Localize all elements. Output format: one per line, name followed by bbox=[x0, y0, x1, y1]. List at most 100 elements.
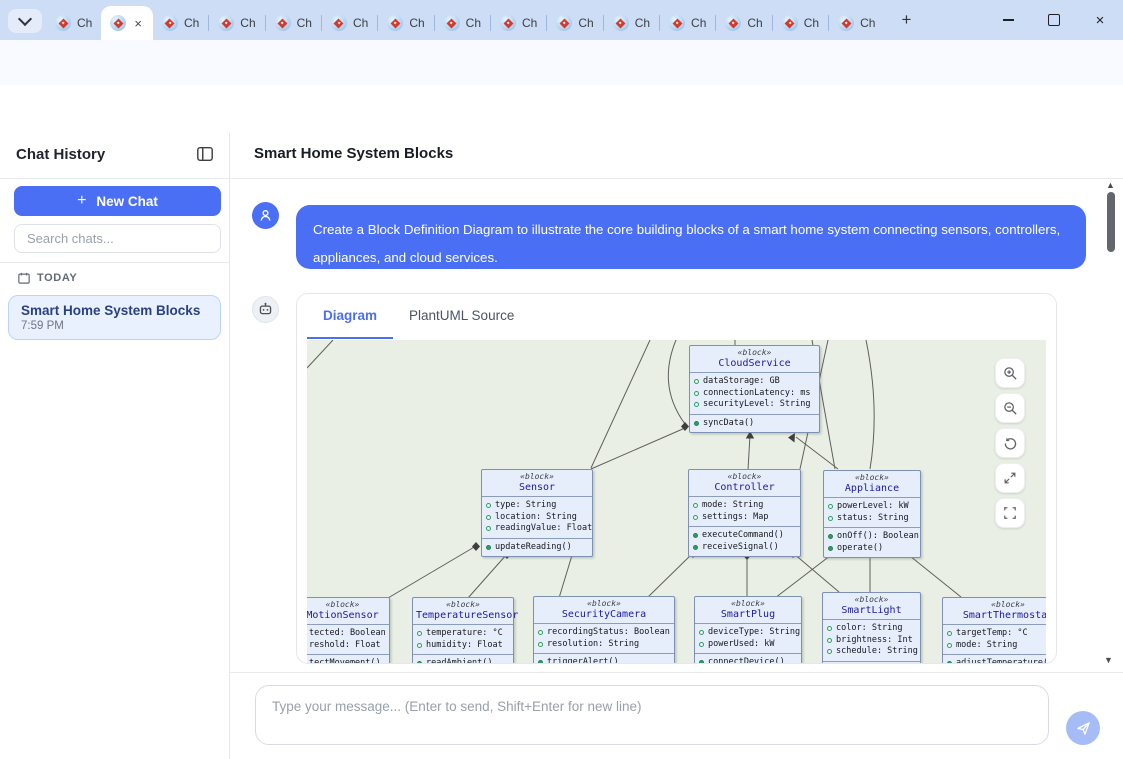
browser-tab[interactable]: Ch bbox=[773, 6, 828, 40]
operation-text: connectDevice() bbox=[708, 657, 785, 663]
window-close-button[interactable]: × bbox=[1077, 0, 1123, 40]
zoom-in-button[interactable] bbox=[995, 358, 1025, 388]
sidebar-header-divider bbox=[0, 178, 229, 179]
block-stereotype: «block» bbox=[325, 600, 360, 609]
block-header: «block» CloudService bbox=[690, 346, 819, 373]
diagram-viewport[interactable]: «block» CloudService dataStorage: GB connec… bbox=[307, 340, 1046, 663]
visual-paradigm-favicon bbox=[612, 15, 629, 31]
zoom-out-button[interactable] bbox=[995, 393, 1025, 423]
attribute-row: status: String bbox=[828, 513, 916, 525]
browser-tab[interactable]: Ch bbox=[266, 6, 321, 40]
window-maximize-button[interactable] bbox=[1031, 0, 1077, 40]
attribute-text: targetTemp: °C bbox=[956, 628, 1028, 638]
tab-label: Ch bbox=[803, 16, 820, 30]
collapse-sidebar-button[interactable] bbox=[196, 145, 216, 165]
reset-view-button[interactable] bbox=[995, 428, 1025, 458]
uml-block-cloudservice[interactable]: «block» CloudService dataStorage: GB connec… bbox=[689, 345, 820, 433]
scroll-down-arrow[interactable]: ▼ bbox=[1104, 655, 1113, 665]
visual-paradigm-favicon bbox=[161, 15, 178, 31]
visual-paradigm-favicon bbox=[725, 15, 742, 31]
attribute-text: settings: Map bbox=[702, 511, 769, 522]
browser-tab[interactable]: Ch bbox=[153, 6, 208, 40]
operation-icon bbox=[694, 420, 699, 426]
send-button[interactable] bbox=[1066, 711, 1100, 745]
browser-tab-strip: Ch × Ch Ch Ch Ch Ch Ch Ch Ch Ch Ch Ch Ch Ch + × bbox=[0, 0, 1123, 40]
attribute-text: mode: String bbox=[956, 639, 1018, 650]
chat-item-time: 7:59 PM bbox=[21, 320, 64, 332]
block-stereotype: «block» bbox=[855, 473, 889, 482]
scroll-up-arrow[interactable]: ▲ bbox=[1106, 180, 1115, 190]
uml-block-appliance[interactable]: «block» Appliance powerLevel: kW status: St… bbox=[823, 470, 921, 558]
browser-tab[interactable]: Ch bbox=[716, 6, 771, 40]
scrollbar-thumb[interactable] bbox=[1107, 192, 1115, 252]
operation-icon bbox=[693, 544, 698, 550]
operation-text: adjustTemperature() bbox=[956, 658, 1046, 663]
block-name: SmartLight bbox=[841, 605, 902, 616]
attribute-text: schedule: String bbox=[836, 646, 918, 656]
chat-item-title: Smart Home System Blocks bbox=[21, 303, 201, 318]
window-minimize-button[interactable] bbox=[985, 0, 1031, 40]
fullscreen-button[interactable] bbox=[995, 498, 1025, 528]
chat-history-item[interactable]: Smart Home System Blocks 7:59 PM bbox=[8, 295, 221, 340]
tab-close-icon[interactable]: × bbox=[132, 17, 144, 30]
tab-search-button[interactable] bbox=[8, 9, 42, 33]
browser-tab[interactable]: Ch bbox=[209, 6, 264, 40]
block-header: «block» Appliance bbox=[824, 471, 920, 498]
uml-block-motionsensor[interactable]: «block» MotionSensor tected: Boolean reshol… bbox=[307, 597, 390, 663]
uml-block-securitycamera[interactable]: «block» SecurityCamera recordingStatus: Bo… bbox=[533, 596, 675, 663]
browser-tab[interactable]: Ch bbox=[829, 6, 884, 40]
browser-tab[interactable]: Ch bbox=[491, 6, 546, 40]
operation-row: connectDevice() bbox=[699, 657, 797, 663]
expand-button[interactable] bbox=[995, 463, 1025, 493]
visual-paradigm-favicon bbox=[669, 15, 686, 31]
attribute-row: resolution: String bbox=[538, 639, 670, 651]
operation-icon bbox=[828, 534, 833, 540]
browser-tab[interactable]: Ch bbox=[46, 6, 101, 40]
browser-tab[interactable]: Ch bbox=[604, 6, 659, 40]
operation-row: onOff(): Boolean bbox=[828, 531, 919, 543]
browser-tab[interactable]: Ch bbox=[435, 6, 490, 40]
messages-area[interactable]: Create a Block Definition Diagram to ill… bbox=[230, 179, 1123, 672]
uml-block-smartthermostat[interactable]: «block» SmartThermostat targetTemp: °C mode… bbox=[942, 597, 1046, 663]
attribute-icon bbox=[693, 514, 698, 520]
browser-tab-active[interactable]: × bbox=[101, 6, 153, 40]
uml-block-sensor[interactable]: «block» Sensor type: String location: Strin… bbox=[481, 469, 593, 557]
browser-tab[interactable]: Ch bbox=[547, 6, 602, 40]
browser-tab[interactable]: Ch bbox=[378, 6, 433, 40]
visual-paradigm-favicon bbox=[838, 15, 855, 31]
attribute-row: securityLevel: String bbox=[694, 399, 815, 411]
operation-row: operate() bbox=[828, 543, 916, 555]
search-chats-input[interactable] bbox=[14, 224, 221, 253]
tab-plantuml-source[interactable]: PlantUML Source bbox=[393, 294, 530, 339]
attribute-row: schedule: String bbox=[827, 646, 918, 658]
browser-tabs: Ch × Ch Ch Ch Ch Ch Ch Ch Ch Ch Ch Ch Ch Ch bbox=[46, 0, 884, 40]
uml-block-temperaturesensor[interactable]: «block» TemperatureSensor temperature: °C h… bbox=[412, 597, 518, 663]
operation-row: adjustTemperature() bbox=[947, 658, 1046, 663]
send-plane-icon bbox=[1076, 721, 1090, 735]
block-stereotype: «block» bbox=[991, 600, 1025, 609]
tab-label: Ch bbox=[296, 16, 312, 30]
browser-tab[interactable]: Ch bbox=[660, 6, 715, 40]
operation-compartment: syncData() bbox=[690, 415, 819, 433]
browser-tab[interactable]: Ch bbox=[322, 6, 377, 40]
tab-diagram[interactable]: Diagram bbox=[307, 294, 394, 339]
attribute-text: dataStorage: GB bbox=[703, 376, 780, 386]
uml-block-controller[interactable]: «block» Controller mode: String settings: M… bbox=[688, 469, 801, 557]
new-tab-button[interactable]: + bbox=[894, 8, 918, 32]
operation-icon bbox=[947, 661, 952, 663]
attribute-icon bbox=[693, 503, 698, 509]
tab-label: Ch bbox=[409, 16, 425, 30]
uml-block-smartplug[interactable]: «block» SmartPlug deviceType: String powerU… bbox=[694, 596, 802, 663]
attribute-icon bbox=[827, 649, 832, 655]
main-panel: Smart Home System Blocks Create a Block … bbox=[230, 133, 1123, 759]
tab-label: Ch bbox=[183, 16, 200, 30]
message-input[interactable] bbox=[255, 685, 1049, 745]
uml-block-smartlight[interactable]: «block» SmartLight color: String brightness… bbox=[822, 592, 921, 663]
block-stereotype: «block» bbox=[587, 599, 621, 608]
block-header: «block» SecurityCamera bbox=[534, 597, 674, 624]
tab-label: Ch bbox=[522, 16, 538, 30]
operation-compartment: executeCommand() receiveSignal() bbox=[689, 527, 800, 556]
new-chat-button[interactable]: + New Chat bbox=[14, 186, 221, 216]
chevron-down-icon bbox=[17, 11, 33, 27]
operation-icon bbox=[486, 544, 491, 550]
